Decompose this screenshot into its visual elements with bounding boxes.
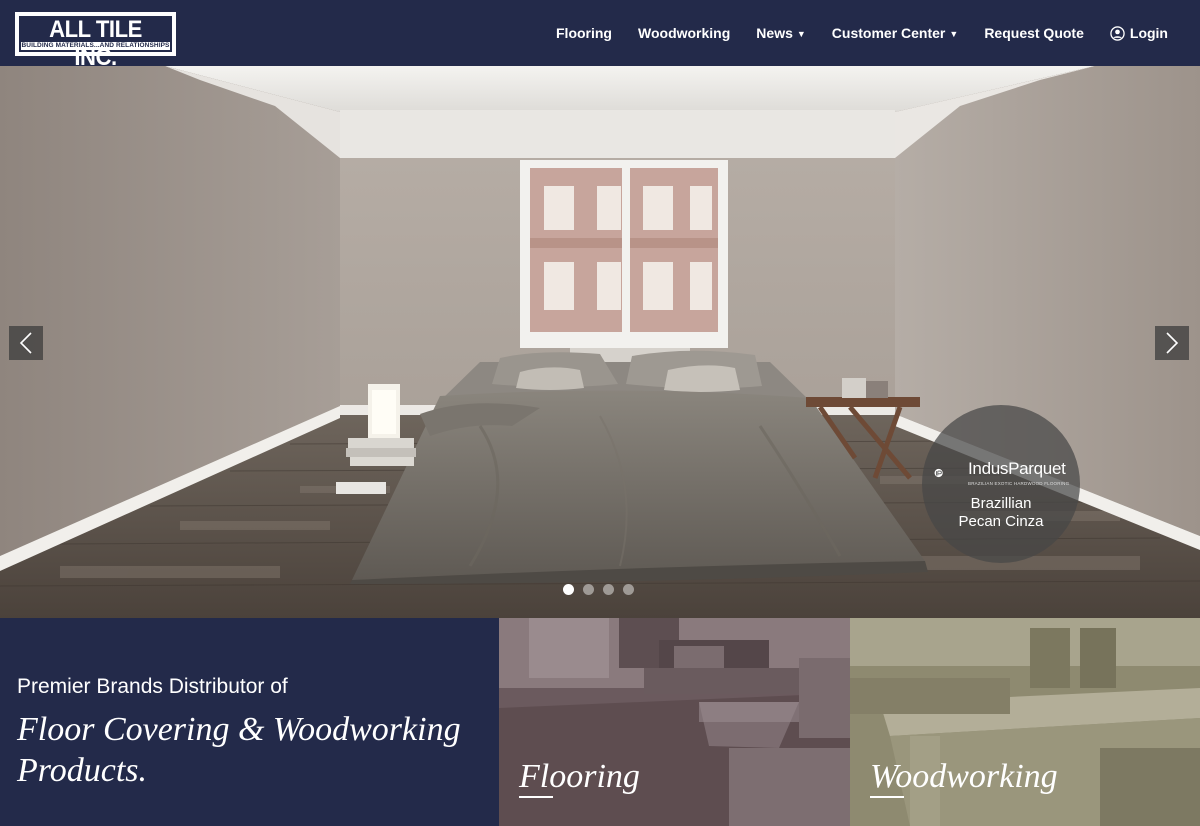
chevron-left-icon [19,332,32,354]
nav-login-label: Login [1129,25,1168,41]
flooring-tile-label: Flooring [519,758,640,795]
badge-brand-tagline: BRAZILIAN EXOTIC HARDWOOD FLOORING [968,481,1070,486]
slide-dot-1[interactable] [563,584,574,595]
next-slide-button[interactable] [1155,326,1189,360]
chevron-right-icon [1166,332,1179,354]
nav-flooring[interactable]: Flooring [556,25,612,41]
intro-heading: Floor Covering & Woodworking Products. [17,711,461,789]
nav-flooring-label: Flooring [556,25,612,41]
caret-down-icon: ▼ [796,28,806,39]
prev-slide-button[interactable] [9,326,43,360]
nav-login[interactable]: Login [1110,25,1168,41]
nav-woodworking-label: Woodworking [638,25,731,41]
slide-indicators [563,584,643,595]
caret-down-icon: ▼ [949,28,959,39]
user-icon [1110,25,1125,41]
indusparquet-logo-icon [934,468,943,478]
slide-dot-3[interactable] [603,584,614,595]
intro-panel: Premier Brands Distributor of Floor Cove… [0,618,499,826]
badge-product-name: Brazillian Pecan Cinza [922,495,1080,531]
main-nav: Flooring Woodworking News ▼ Customer Cen… [530,0,1168,66]
nav-customer-center[interactable]: Customer Center ▼ [832,25,959,41]
badge-product-line2: Pecan Cinza [958,513,1044,530]
site-header: ALL TILE INC. BUILDING MATERIALS...AND R… [0,0,1200,71]
slide-dot-4[interactable] [623,584,634,595]
nav-news[interactable]: News ▼ [756,25,806,41]
nav-request-quote[interactable]: Request Quote [984,25,1084,41]
product-badge[interactable]: IndusParquet BRAZILIAN EXOTIC HARDWOOD F… [922,405,1080,563]
nav-request-quote-label: Request Quote [984,25,1084,41]
featured-section: Premier Brands Distributor of Floor Cove… [0,618,1200,826]
hero-slider: IndusParquet BRAZILIAN EXOTIC HARDWOOD F… [0,66,1200,618]
badge-brand-name: IndusParquet [968,459,1066,478]
nav-woodworking[interactable]: Woodworking [638,25,730,41]
woodworking-tile-underline [870,796,904,798]
flooring-tile[interactable]: Flooring [499,618,850,826]
nav-customer-center-label: Customer Center [831,25,946,41]
badge-product-line1: Brazillian [970,495,1032,512]
slide-dot-2[interactable] [583,584,594,595]
flooring-tile-underline [519,796,553,798]
intro-subheading: Premier Brands Distributor of [17,675,288,698]
nav-news-label: News [756,25,793,41]
woodworking-tile-label: Woodworking [870,758,1058,795]
logo-tagline: BUILDING MATERIALS...AND RELATIONSHIPS [21,42,170,50]
woodworking-tile[interactable]: Woodworking [850,618,1200,826]
all-tile-logo[interactable]: ALL TILE INC. BUILDING MATERIALS...AND R… [15,12,176,71]
